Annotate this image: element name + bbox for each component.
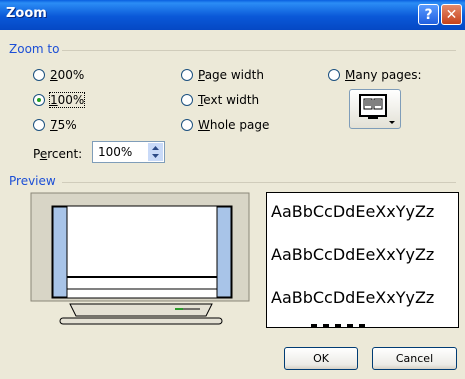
percent-label: Percent: xyxy=(33,147,83,161)
radio-text-width[interactable]: Text width xyxy=(181,92,259,108)
window-title: Zoom xyxy=(6,6,47,21)
radio-200-label: 200% xyxy=(50,68,85,82)
radio-circle xyxy=(181,69,193,81)
radio-circle xyxy=(33,69,45,81)
preview-sample-partial-line xyxy=(311,324,371,327)
zoom-to-label: Zoom to xyxy=(9,42,60,56)
spinner-arrows-icon xyxy=(152,146,159,158)
preview-sample-line: AaBbCcDdEeXxYyZz xyxy=(271,202,435,221)
monitor-preview-icon xyxy=(30,192,250,325)
radio-100[interactable]: 100% xyxy=(33,92,86,108)
radio-page-width-label: Page width xyxy=(198,68,264,82)
spinner-buttons[interactable] xyxy=(148,143,163,161)
preview-text-box: AaBbCcDdEeXxYyZz AaBbCcDdEeXxYyZz AaBbCc… xyxy=(266,192,459,328)
radio-75-label: 75% xyxy=(50,118,77,132)
dropdown-arrow-icon xyxy=(389,121,395,124)
radio-many-pages-label: Many pages: xyxy=(345,68,422,82)
preview-label: Preview xyxy=(9,174,56,188)
monitor-pages-icon xyxy=(359,94,395,124)
close-button[interactable]: ✕ xyxy=(441,4,462,25)
percent-value[interactable]: 100% xyxy=(98,145,132,159)
radio-text-width-label: Text width xyxy=(198,93,260,107)
radio-circle xyxy=(328,69,340,81)
cancel-button[interactable]: Cancel xyxy=(372,347,457,370)
radio-circle xyxy=(181,94,193,106)
radio-75[interactable]: 75% xyxy=(33,117,77,133)
preview-sample-line: AaBbCcDdEeXxYyZz xyxy=(271,288,435,307)
radio-whole-page[interactable]: Whole page xyxy=(181,117,269,133)
title-bar: Zoom ? ✕ xyxy=(0,0,465,30)
help-button[interactable]: ? xyxy=(418,4,439,25)
zoom-to-divider xyxy=(62,50,456,51)
many-pages-button[interactable] xyxy=(349,89,401,129)
radio-circle xyxy=(33,119,45,131)
radio-many-pages[interactable]: Many pages: xyxy=(328,67,422,83)
radio-100-label: 100% xyxy=(48,92,86,108)
radio-circle xyxy=(181,119,193,131)
radio-200[interactable]: 200% xyxy=(33,67,84,83)
help-icon: ? xyxy=(424,7,433,23)
percent-spinner[interactable]: 100% xyxy=(92,141,165,163)
radio-whole-page-label: Whole page xyxy=(198,118,270,132)
ok-button[interactable]: OK xyxy=(284,347,358,370)
radio-circle-selected xyxy=(33,94,45,106)
preview-divider xyxy=(62,182,456,183)
radio-page-width[interactable]: Page width xyxy=(181,67,264,83)
preview-sample-line: AaBbCcDdEeXxYyZz xyxy=(271,245,435,264)
close-icon: ✕ xyxy=(445,7,458,23)
